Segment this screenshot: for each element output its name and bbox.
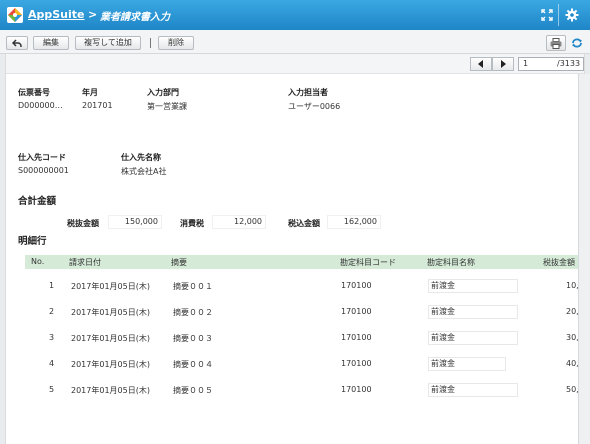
delete-button[interactable]: 削除 [158,36,194,50]
row-account-name: 前渡金 [428,357,506,371]
expand-icon[interactable] [538,6,556,24]
row-summary: 摘要００１ [173,282,213,291]
breadcrumb-separator: > [88,8,98,21]
record-total: /3133 [557,59,581,68]
col-header-account-code: 勘定科目コード [340,258,396,267]
record-number-input[interactable]: 1 /3133 [518,57,584,71]
copy-add-button[interactable]: 複写して追加 [75,36,141,50]
row-summary: 摘要００３ [173,334,213,343]
department-value: 第一営業課 [147,102,187,111]
total-label: 税込金額 [288,219,320,228]
title-bar: AppSuite > 業者請求書入力 [0,0,590,30]
department-label: 入力部門 [147,88,179,97]
row-no: 5 [49,385,55,394]
slip-number-value: D000000… [18,101,63,110]
row-date: 2017年01月05日(木) [71,360,150,369]
row-date: 2017年01月05日(木) [71,334,150,343]
col-header-amount: 税抜金額 [543,258,575,267]
staff-label: 入力担当者 [288,88,328,97]
gear-icon[interactable] [563,6,581,24]
table-row[interactable]: 1 2017年01月05日(木) 摘要００１ 170100 前渡金 10,0 [0,279,590,305]
row-no: 1 [49,281,55,290]
row-account-code: 170100 [341,385,372,394]
row-summary: 摘要００２ [173,308,213,317]
row-account-name: 前渡金 [428,279,518,293]
col-header-account-name: 勘定科目名称 [427,258,475,267]
next-record-button[interactable] [492,57,514,71]
app-name-link[interactable]: AppSuite [28,8,85,21]
pretax-label: 税抜金額 [67,219,99,228]
row-date: 2017年01月05日(木) [71,282,150,291]
details-table-header: No. 請求日付 摘要 勘定科目コード 勘定科目名称 税抜金額 [25,255,585,269]
col-header-summary: 摘要 [171,258,187,267]
col-header-date: 請求日付 [69,258,101,267]
page-title: 業者請求書入力 [100,12,170,23]
refresh-icon[interactable] [571,38,583,50]
toolbar-divider [150,38,151,48]
edit-button[interactable]: 編集 [33,36,69,50]
row-no: 4 [49,359,55,368]
supplier-code-label: 仕入先コード [18,153,66,162]
prev-record-button[interactable] [470,57,492,71]
row-date: 2017年01月05日(木) [71,386,150,395]
vertical-scrollbar[interactable] [578,74,590,444]
table-row[interactable]: 2 2017年01月05日(木) 摘要００２ 170100 前渡金 20,0 [0,305,590,331]
table-row[interactable]: 4 2017年01月05日(木) 摘要００４ 170100 前渡金 40,0 [0,357,590,383]
record-pager: 1 /3133 [6,54,584,74]
row-date: 2017年01月05日(木) [71,308,150,317]
period-label: 年月 [82,88,98,97]
supplier-name-value: 株式会社A社 [121,167,167,176]
chevron-left-icon [478,60,483,68]
table-row[interactable]: 5 2017年01月05日(木) 摘要００５ 170100 前渡金 50,0 [0,383,590,409]
slip-number-label: 伝票番号 [18,88,50,97]
totals-section-title: 合計金額 [18,196,57,207]
row-account-code: 170100 [341,359,372,368]
col-header-no: No. [31,257,45,266]
appsuite-logo-icon[interactable] [6,6,24,24]
period-value: 201701 [82,101,113,110]
supplier-name-label: 仕入先名称 [121,153,161,162]
tax-label: 消費税 [180,219,204,228]
tax-value: 12,000 [212,215,266,229]
action-toolbar: 編集 複写して追加 削除 [0,30,590,54]
row-account-code: 170100 [341,281,372,290]
back-arrow-icon [11,39,22,47]
record-number-value: 1 [523,59,529,68]
table-row[interactable]: 3 2017年01月05日(木) 摘要００３ 170100 前渡金 30,0 [0,331,590,357]
pretax-value: 150,000 [108,215,162,229]
total-value: 162,000 [327,215,381,229]
chevron-right-icon [501,60,506,68]
row-account-name: 前渡金 [428,331,518,345]
row-summary: 摘要００４ [173,360,213,369]
row-no: 2 [49,307,55,316]
titlebar-divider [558,4,559,26]
printer-icon [550,38,562,49]
details-section-title: 明細行 [18,236,47,247]
print-button[interactable] [546,35,566,51]
row-account-code: 170100 [341,333,372,342]
row-account-code: 170100 [341,307,372,316]
row-account-name: 前渡金 [428,305,518,319]
staff-value: ユーザー0066 [288,102,341,111]
supplier-code-value: S000000001 [18,166,69,175]
row-no: 3 [49,333,55,342]
row-summary: 摘要００５ [173,386,213,395]
row-account-name: 前渡金 [428,383,518,397]
back-button[interactable] [6,36,28,50]
